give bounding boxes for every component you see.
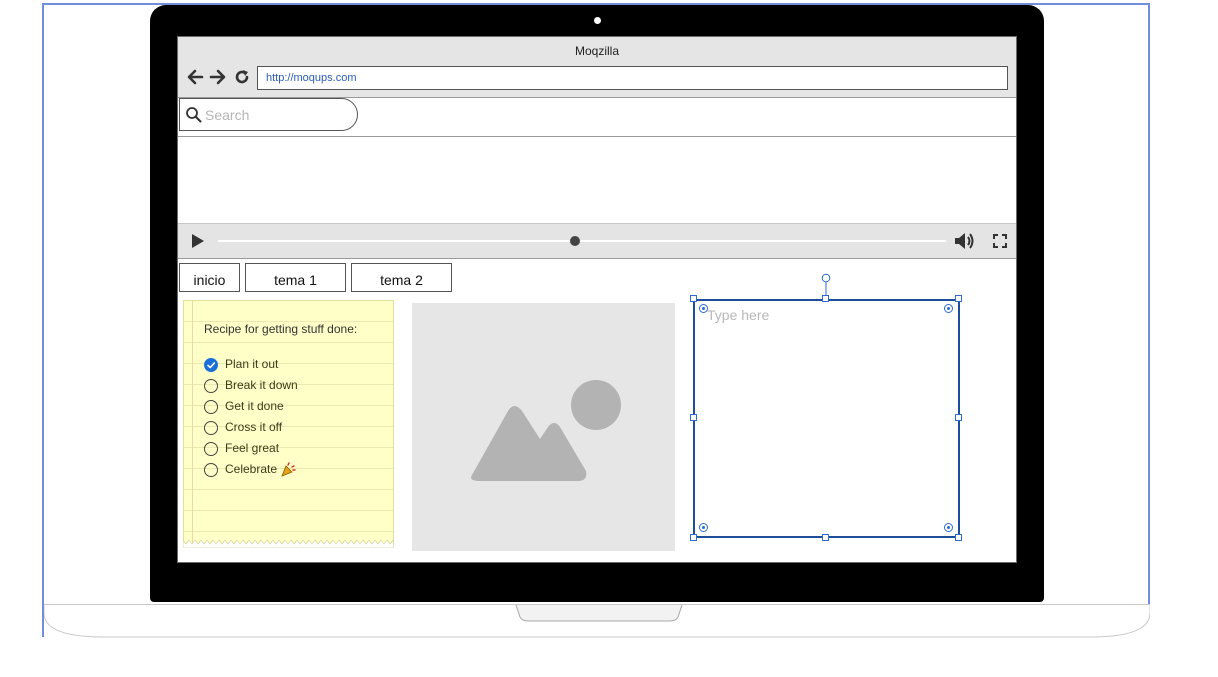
textarea-placeholder: Type here — [707, 307, 770, 323]
list-item-label: Feel great — [225, 441, 280, 455]
camera-dot — [594, 17, 601, 24]
note-torn-edge — [183, 540, 394, 548]
sticky-note: Recipe for getting stuff done: Plan it o… — [183, 300, 394, 548]
list-item-label: Break it down — [225, 378, 298, 392]
volume-icon[interactable] — [954, 232, 974, 250]
browser-title: Moqzilla — [574, 44, 619, 58]
party-popper-icon — [281, 462, 296, 477]
search-row: Search — [178, 98, 1016, 137]
corner-radius-handle[interactable] — [699, 523, 708, 532]
corner-radius-handle[interactable] — [699, 304, 708, 313]
checkmark-icon — [207, 362, 216, 369]
list-item-label: Plan it out — [225, 357, 279, 371]
video-controls — [178, 223, 1016, 259]
checkbox[interactable] — [204, 400, 218, 414]
corner-radius-handle[interactable] — [944, 523, 953, 532]
search-placeholder: Search — [205, 107, 250, 123]
video-progress-track[interactable] — [218, 240, 946, 242]
resize-handle-top-right[interactable] — [955, 295, 962, 302]
resize-handle-left[interactable] — [690, 414, 697, 421]
search-icon — [186, 107, 202, 123]
checkbox[interactable] — [204, 463, 218, 477]
text-area[interactable]: Type here — [693, 299, 960, 538]
image-placeholder-icon — [471, 380, 621, 481]
list-item-label: Celebrate — [225, 462, 278, 476]
checkbox[interactable] — [204, 379, 218, 393]
tab-inicio[interactable]: inicio — [179, 263, 240, 292]
corner-radius-handle[interactable] — [944, 304, 953, 313]
video-progress-knob[interactable] — [569, 236, 580, 246]
tab-tema-2[interactable]: tema 2 — [351, 263, 452, 292]
laptop-base — [44, 604, 1150, 638]
list-item-label: Get it done — [225, 399, 284, 413]
checkbox[interactable] — [204, 358, 218, 372]
note-margin-line — [192, 301, 193, 548]
forward-arrow-icon[interactable] — [209, 68, 227, 86]
search-input[interactable]: Search — [179, 98, 358, 131]
checkbox[interactable] — [204, 442, 218, 456]
rotate-handle-icon[interactable] — [820, 273, 832, 297]
note-title: Recipe for getting stuff done: — [204, 322, 358, 336]
resize-handle-bottom-left[interactable] — [690, 534, 697, 541]
checkbox[interactable] — [204, 421, 218, 435]
back-arrow-icon[interactable] — [186, 68, 204, 86]
fullscreen-icon[interactable] — [993, 234, 1007, 248]
tab-tema-1[interactable]: tema 1 — [245, 263, 346, 292]
resize-handle-right[interactable] — [955, 414, 962, 421]
image-placeholder — [412, 303, 675, 551]
laptop-base-outline — [44, 605, 1150, 638]
laptop-screen: Moqzilla http://moqups.com Search inicio… — [177, 36, 1017, 563]
play-icon[interactable] — [191, 234, 205, 248]
url-bar[interactable]: http://moqups.com — [257, 66, 1008, 90]
resize-handle-top[interactable] — [822, 295, 829, 302]
resize-handle-top-left[interactable] — [690, 295, 697, 302]
list-item[interactable]: Celebrate — [204, 462, 324, 480]
list-item-label: Cross it off — [225, 420, 283, 434]
resize-handle-bottom-right[interactable] — [955, 534, 962, 541]
browser-chrome: Moqzilla http://moqups.com — [178, 37, 1016, 98]
resize-handle-bottom[interactable] — [822, 534, 829, 541]
reload-icon[interactable] — [233, 68, 251, 86]
